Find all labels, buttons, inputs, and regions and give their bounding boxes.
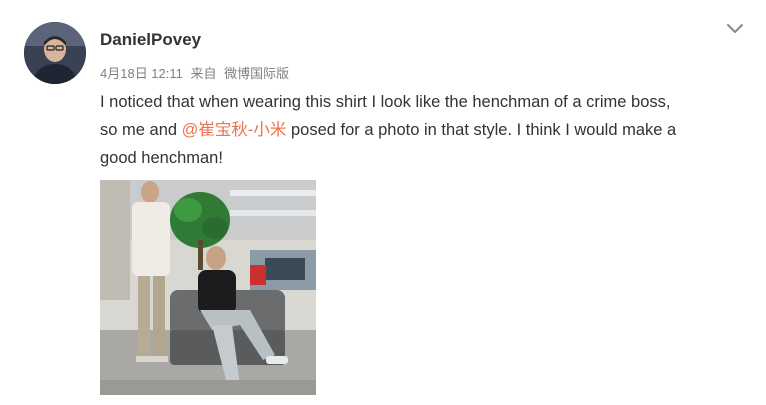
post-text: I noticed that when wearing this shirt I… (100, 88, 750, 172)
weibo-post: DanielPovey 4月18日 12:11 来自 微博国际版 I notic… (0, 0, 766, 405)
post-meta: 4月18日 12:11 来自 微博国际版 (100, 63, 293, 82)
mention-link[interactable]: @崔宝秋-小米 (182, 121, 287, 139)
chevron-down-icon[interactable] (722, 18, 748, 40)
post-text-fragment: posed for a photo in that style. I think… (286, 121, 677, 139)
post-text-line: I noticed that when wearing this shirt I… (100, 93, 671, 111)
avatar[interactable] (24, 22, 86, 84)
post-timestamp[interactable]: 4月18日 12:11 (100, 66, 183, 81)
username-link[interactable]: DanielPovey (100, 30, 201, 50)
source-prefix: 来自 (190, 66, 217, 81)
post-photo[interactable] (100, 180, 316, 395)
post-text-line: so me and @崔宝秋-小米 posed for a photo in t… (100, 116, 750, 144)
post-text-line: good henchman! (100, 149, 223, 167)
source-link[interactable]: 微博国际版 (224, 66, 289, 81)
post-text-fragment: so me and (100, 121, 182, 139)
